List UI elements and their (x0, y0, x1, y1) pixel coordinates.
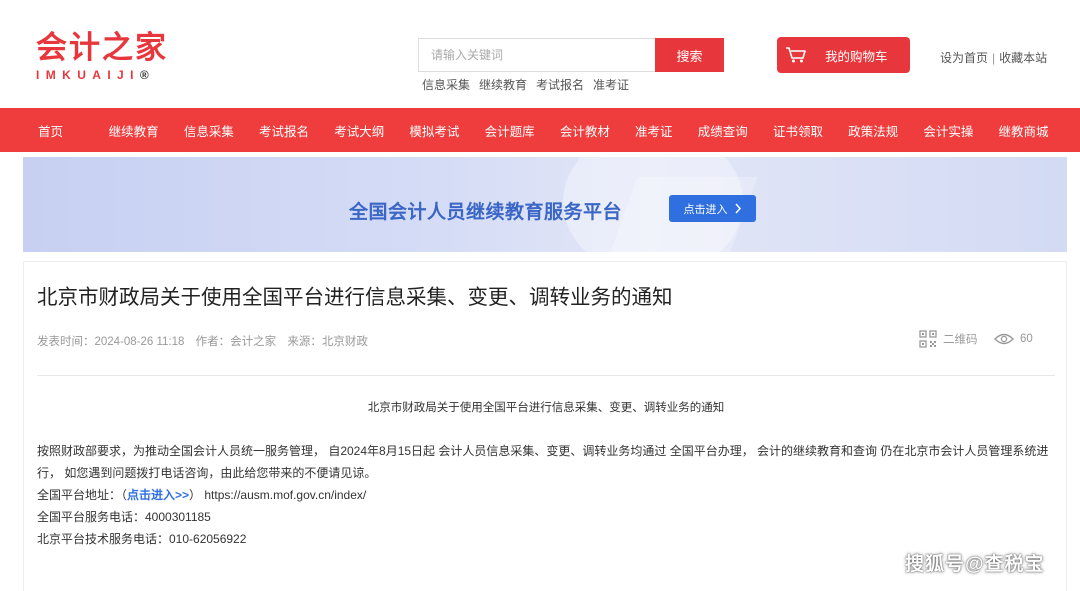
article-subtitle: 北京市财政局关于使用全国平台进行信息采集、变更、调转业务的通知 (367, 402, 725, 414)
hot-keyword[interactable]: 信息采集 (422, 76, 470, 93)
nav-item[interactable]: 考试大纲 (322, 121, 397, 140)
logo[interactable]: 会计之家 IMKUAIJI® (36, 30, 168, 82)
nav-item[interactable]: 证书领取 (760, 121, 835, 140)
article-paragraph: 按照财政部要求，为推动全国会计人员统一服务管理， 自2024年8月15日起 会计… (37, 444, 1049, 480)
publish-time: 发表时间：2024-08-26 11:18 (37, 336, 185, 348)
hot-keyword[interactable]: 继续教育 (479, 76, 527, 93)
platform-address: 全国平台地址：（点击进入>>） https://ausm.mof.gov.cn/… (37, 484, 1057, 506)
nav-item[interactable]: 会计题库 (472, 121, 547, 140)
national-phone: 全国平台服务电话：4000301185 (37, 510, 211, 524)
nav-item[interactable]: 会计实操 (911, 121, 986, 140)
article-title: 北京市财政局关于使用全国平台进行信息采集、变更、调转业务的通知 (37, 286, 673, 309)
logo-text: 会计之家 (36, 30, 168, 66)
view-count-value: 60 (1020, 333, 1033, 345)
top-links: 设为首页 | 收藏本站 (940, 49, 1047, 66)
nav-item[interactable]: 考试报名 (246, 121, 321, 140)
banner-title: 全国会计人员继续教育服务平台 (349, 202, 623, 223)
search-input[interactable] (418, 38, 655, 72)
nav-item[interactable]: 成绩查询 (685, 121, 760, 140)
search-button[interactable]: 搜索 (655, 38, 724, 72)
source: 来源：北京财政 (287, 336, 368, 348)
article-meta: 发表时间：2024-08-26 11:18 作者：会计之家 来源：北京财政 (37, 333, 376, 349)
logo-subtext: IMKUAIJI® (36, 68, 168, 82)
bookmark-link[interactable]: 收藏本站 (999, 51, 1047, 65)
header: 会计之家 IMKUAIJI® 搜索 信息采集 继续教育 考试报名 准考证 我的购… (0, 0, 1080, 108)
qr-code-button[interactable]: 二维码 (919, 330, 978, 348)
search-bar: 搜索 (418, 38, 724, 72)
article: 北京市财政局关于使用全国平台进行信息采集、变更、调转业务的通知 发表时间：202… (23, 261, 1067, 591)
cart-button[interactable]: 我的购物车 (777, 37, 910, 73)
nav-item[interactable]: 模拟考试 (397, 121, 472, 140)
eye-icon (994, 333, 1014, 345)
nav-item[interactable]: 准考证 (622, 121, 685, 140)
hot-keyword[interactable]: 考试报名 (536, 76, 584, 93)
hot-keyword[interactable]: 准考证 (593, 76, 629, 93)
divider (37, 375, 1055, 376)
logo-en: IMKUAIJI (36, 68, 140, 82)
separator: | (992, 51, 996, 65)
promo-banner[interactable]: 全国会计人员继续教育服务平台 点击进入 (23, 157, 1067, 252)
article-body: 按照财政部要求，为推动全国会计人员统一服务管理， 自2024年8月15日起 会计… (37, 440, 1057, 550)
cart-label: 我的购物车 (825, 49, 888, 64)
view-count: 60 (994, 333, 1033, 345)
nav-item[interactable]: 继教商城 (986, 121, 1061, 140)
address-label: 全国平台地址：（ (37, 488, 128, 502)
banner-button-label: 点击进入 (683, 203, 728, 216)
chevron-right-icon (734, 203, 741, 214)
nav-item-home[interactable]: 首页 (0, 121, 96, 140)
cart-icon (777, 37, 815, 73)
banner-enter-button[interactable]: 点击进入 (669, 195, 756, 222)
qr-code-icon (919, 330, 937, 348)
author: 作者：会计之家 (195, 336, 277, 348)
beijing-phone: 北京平台技术服务电话：010-62056922 (37, 532, 247, 546)
nav-item[interactable]: 政策法规 (836, 121, 911, 140)
nav-item[interactable]: 会计教材 (547, 121, 622, 140)
address-url: ） https://ausm.mof.gov.cn/index/ (189, 488, 367, 502)
qr-code-label: 二维码 (943, 334, 978, 346)
set-homepage-link[interactable]: 设为首页 (940, 51, 988, 65)
nav-item[interactable]: 信息采集 (171, 121, 246, 140)
hot-keywords: 信息采集 继续教育 考试报名 准考证 (422, 76, 629, 93)
registered-mark: ® (139, 68, 149, 82)
watermark: 搜狐号@查税宝 (905, 554, 1045, 575)
enter-platform-link[interactable]: 点击进入>> (127, 488, 189, 502)
nav-item[interactable]: 继续教育 (96, 121, 171, 140)
main-nav: 首页 继续教育 信息采集 考试报名 考试大纲 模拟考试 会计题库 会计教材 准考… (0, 108, 1080, 152)
